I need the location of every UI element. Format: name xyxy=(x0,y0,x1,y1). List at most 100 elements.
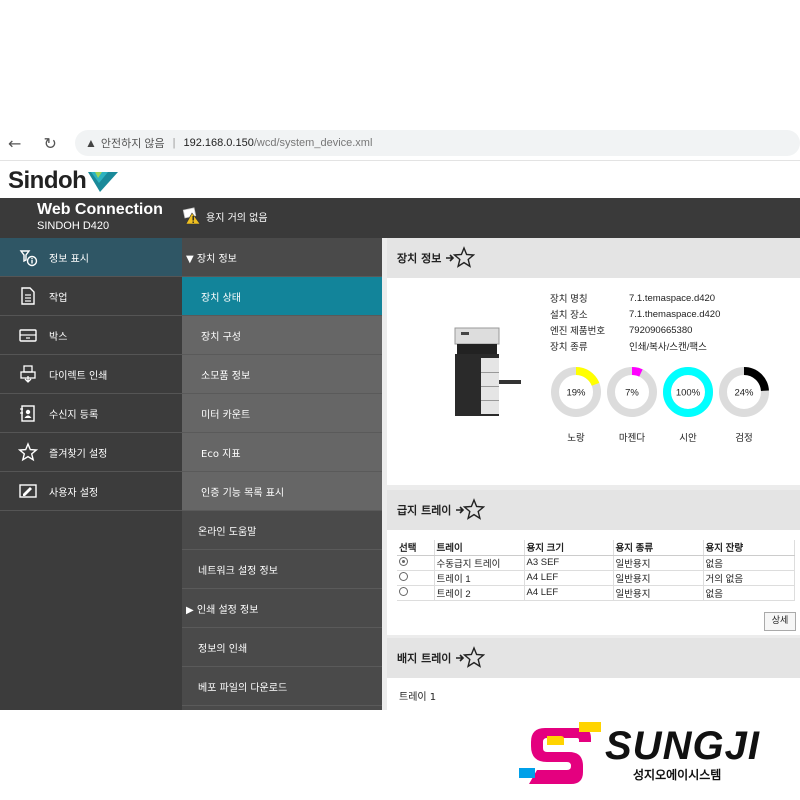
sungji-logo: SUNGJI 성지오에이시스템 xyxy=(517,722,777,784)
paper-tray-header: 급지 트레이 xyxy=(387,490,800,530)
star-icon xyxy=(18,442,38,462)
address-separator: | xyxy=(172,137,176,149)
tray-radio[interactable] xyxy=(399,586,408,596)
address-bar[interactable]: ▲ 안전하지 않음 | 192.168.0.150/wcd/system_dev… xyxy=(74,130,800,156)
select-cell xyxy=(397,570,435,586)
submenu-item-print-info[interactable]: 정보의 인쇄 xyxy=(182,628,382,667)
url-host[interactable]: 192.168.0.150 xyxy=(183,137,253,149)
paper-alert-text: 용지 거의 없음 xyxy=(206,212,268,224)
back-arrow-icon[interactable]: ← xyxy=(2,130,27,156)
url-path[interactable]: /wcd/system_device.xml xyxy=(254,137,373,149)
toner-name: 마젠다 xyxy=(618,433,646,444)
submenu-section-device-info[interactable]: ▼ 장치 정보 xyxy=(182,238,382,277)
add-favorite-icon[interactable] xyxy=(455,646,486,670)
main-content: 장치 정보 장치 명칭 7.1.temaspace.d420 설치 장소 7.1.t… xyxy=(382,238,800,710)
refresh-icon[interactable]: ↻ xyxy=(37,130,62,156)
submenu-label: ▶ 인쇄 설정 정보 xyxy=(186,604,259,616)
info-label: 엔진 제품번호 xyxy=(550,326,606,337)
detail-button[interactable]: 상세 xyxy=(764,612,796,631)
device-info-header: 장치 정보 xyxy=(387,238,800,278)
main-sidebar: 정보 표시 작업 박스 다이렉트 인쇄 수신지 등록 즐겨찾기 설정 사용자 설… xyxy=(0,238,182,710)
sidebar-item-favorites[interactable]: 즐겨찾기 설정 xyxy=(0,433,182,472)
submenu-item-download[interactable]: 베포 파일의 다운로드 xyxy=(182,667,382,706)
info-display-icon xyxy=(18,247,38,267)
toner-gauge: 100% xyxy=(663,367,713,417)
sindoh-mark-icon xyxy=(88,172,119,192)
toner-cyan: 100% 시안 xyxy=(662,366,714,444)
toner-percent: 100% xyxy=(676,388,701,399)
column-header: 선택 xyxy=(397,540,435,556)
submenu-item-auth-list[interactable]: 인증 기능 목록 표시 xyxy=(182,472,382,511)
info-row-location: 설치 장소 7.1.themaspace.d420 xyxy=(550,306,720,322)
remaining-cell: 거의 없음 xyxy=(703,570,795,586)
table-row: 트레이 1 A4 LEF 일반용지 거의 없음 xyxy=(397,570,795,586)
submenu-item-eco[interactable]: Eco 지표 xyxy=(182,433,382,472)
panel-title: 급지 트레이 xyxy=(397,504,452,517)
submenu-section-print-settings[interactable]: ▶ 인쇄 설정 정보 xyxy=(182,589,382,628)
sidebar-item-label: 사용자 설정 xyxy=(49,487,99,499)
submenu-item-device-config[interactable]: 장치 구성 xyxy=(182,316,382,355)
sidebar-item-jobs[interactable]: 작업 xyxy=(0,277,182,316)
sidebar-item-label: 다이렉트 인쇄 xyxy=(49,370,108,382)
remaining-cell: 없음 xyxy=(703,555,795,571)
type-cell: 일반용지 xyxy=(613,570,704,586)
info-row-device-name: 장치 명칭 7.1.temaspace.d420 xyxy=(550,290,720,306)
column-header: 용지 크기 xyxy=(524,540,614,556)
paper-warning-icon xyxy=(182,207,201,225)
sidebar-item-info-display[interactable]: 정보 표시 xyxy=(0,238,182,277)
sidebar-item-label: 박스 xyxy=(49,331,68,343)
submenu-item-device-status[interactable]: 장치 상태 xyxy=(182,277,382,316)
sidebar-item-label: 즐겨찾기 설정 xyxy=(49,448,108,460)
tray-radio[interactable] xyxy=(399,571,408,581)
type-cell: 일반용지 xyxy=(613,585,704,601)
tray-cell: 트레이 2 xyxy=(434,585,525,601)
app-title: Web Connection xyxy=(37,201,163,218)
info-row-device-type: 장치 종류 인쇄/복사/스캔/팩스 xyxy=(550,338,720,354)
submenu-label: 온라인 도움말 xyxy=(198,526,257,538)
toner-name: 노랑 xyxy=(567,433,585,444)
sungji-wordmark: SUNGJI xyxy=(605,724,760,768)
device-info-list: 장치 명칭 7.1.temaspace.d420 설치 장소 7.1.themasp… xyxy=(550,290,720,354)
toner-percent: 7% xyxy=(625,388,639,399)
submenu-label: 미터 카운트 xyxy=(201,409,251,421)
header-band: Web Connection SINDOH D420 용지 거의 없음 xyxy=(0,198,800,238)
toner-gauge: 24% xyxy=(719,367,769,417)
toner-percent: 19% xyxy=(566,388,586,399)
info-value: 7.1.themaspace.d420 xyxy=(629,308,721,320)
tray-cell: 수동급지 트레이 xyxy=(434,555,525,571)
warning-icon[interactable]: ▲ xyxy=(85,136,97,150)
sidebar-item-box[interactable]: 박스 xyxy=(0,316,182,355)
column-header: 용지 잔량 xyxy=(703,540,795,556)
select-cell xyxy=(397,555,435,571)
sidebar-item-user-settings[interactable]: 사용자 설정 xyxy=(0,472,182,511)
info-row-serial: 엔진 제품번호 792090665380 xyxy=(550,322,720,338)
paper-tray-table: 선택 트레이 용지 크기 용지 종류 용지 잔량 수동급지 트레이 A3 SEF… xyxy=(397,540,795,601)
sidebar-item-direct-print[interactable]: 다이렉트 인쇄 xyxy=(0,355,182,394)
info-value: 7.1.temaspace.d420 xyxy=(629,292,716,304)
submenu-label: 장치 상태 xyxy=(201,292,241,304)
insecure-label[interactable]: 안전하지 않음 xyxy=(101,135,165,151)
submenu-item-network-info[interactable]: 네트워크 설정 정보 xyxy=(182,550,382,589)
submenu-item-online-help[interactable]: 온라인 도움말 xyxy=(182,511,382,550)
sidebar-item-address-register[interactable]: 수신지 등록 xyxy=(0,394,182,433)
sungji-mark-icon xyxy=(519,722,601,784)
toner-magenta: 7% 마젠다 xyxy=(606,366,658,444)
device-info-panel: 장치 정보 장치 명칭 7.1.temaspace.d420 설치 장소 7.1.t… xyxy=(387,238,800,485)
sidebar-item-label: 수신지 등록 xyxy=(49,409,99,421)
tray-cell: 트레이 1 xyxy=(434,570,525,586)
panel-title: 장치 정보 xyxy=(397,252,442,265)
printer-image xyxy=(454,327,521,416)
add-favorite-icon[interactable] xyxy=(455,498,486,522)
tray-radio[interactable] xyxy=(399,556,408,566)
size-cell: A4 LEF xyxy=(524,585,614,601)
panel-title: 배지 트레이 xyxy=(397,652,452,665)
submenu-item-meter-count[interactable]: 미터 카운트 xyxy=(182,394,382,433)
submenu-label: 네트워크 설정 정보 xyxy=(198,565,278,577)
toner-name: 시안 xyxy=(679,433,697,444)
add-favorite-icon[interactable] xyxy=(445,246,476,270)
submenu-item-consumables[interactable]: 소모품 정보 xyxy=(182,355,382,394)
sungji-korean-name: 성지오에이시스템 xyxy=(633,768,722,782)
toner-black: 24% 검정 xyxy=(718,366,770,444)
sindoh-logo-text: Sindoh xyxy=(8,167,87,194)
paper-low-alert[interactable]: 용지 거의 없음 xyxy=(182,207,268,225)
